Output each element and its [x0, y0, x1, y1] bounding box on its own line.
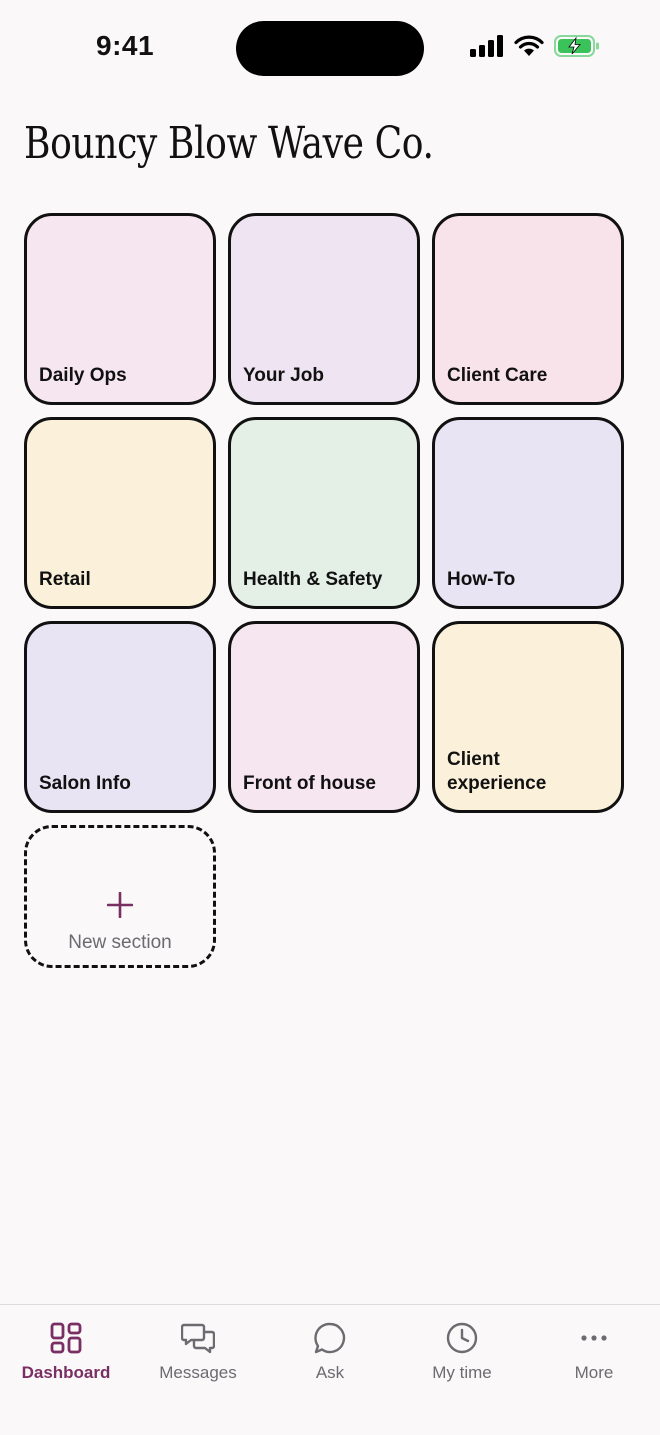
- wifi-icon: [514, 35, 544, 56]
- tab-more[interactable]: More: [528, 1321, 660, 1383]
- section-tile-health-safety[interactable]: Health & Safety: [228, 417, 420, 609]
- section-tile-daily-ops[interactable]: Daily Ops: [24, 213, 216, 405]
- section-tile-label: Your Job: [243, 365, 324, 386]
- section-tile-how-to[interactable]: How-To: [432, 417, 624, 609]
- tab-my-time[interactable]: My time: [396, 1321, 528, 1383]
- tab-label: Ask: [315, 1363, 345, 1382]
- section-tile-retail[interactable]: Retail: [24, 417, 216, 609]
- section-tile-label: Retail: [39, 569, 91, 590]
- section-tile-label: How-To: [447, 569, 516, 590]
- status-icons: [470, 35, 600, 57]
- new-section-label: New section: [68, 932, 172, 953]
- more-dots-icon: [581, 1335, 607, 1341]
- tab-label: My time: [432, 1363, 492, 1382]
- new-section-button[interactable]: New section: [24, 825, 216, 968]
- section-tile-label: Front of house: [243, 773, 376, 794]
- section-tile-label: Client Care: [447, 365, 548, 386]
- speech-bubble-icon: [314, 1322, 346, 1354]
- section-tile-label: Client experience: [447, 749, 547, 794]
- section-tile-client-care[interactable]: Client Care: [432, 213, 624, 405]
- tab-label: Messages: [159, 1363, 237, 1382]
- section-tile-label: Salon Info: [39, 773, 131, 794]
- dynamic-island: [236, 21, 424, 76]
- section-tile-label: Health & Safety: [243, 569, 383, 590]
- tab-bar: Dashboard Messages Ask My time More: [0, 1304, 660, 1435]
- tab-messages[interactable]: Messages: [132, 1321, 264, 1383]
- battery-charging-icon: [554, 35, 599, 57]
- cellular-signal-icon: [470, 35, 503, 57]
- section-tile-label: Daily Ops: [39, 365, 127, 386]
- status-time: 9:41: [96, 30, 155, 61]
- chat-bubbles-icon: [181, 1323, 215, 1354]
- section-tile-front-of-house[interactable]: Front of house: [228, 621, 420, 813]
- tab-label: More: [574, 1363, 614, 1382]
- clock-icon: [446, 1322, 478, 1354]
- tab-label: Dashboard: [21, 1363, 111, 1382]
- sections-grid: Daily Ops Your Job Client Care Retail He…: [24, 213, 624, 813]
- page-title: Bouncy Blow Wave Co.: [24, 118, 434, 169]
- grid-icon: [50, 1322, 82, 1354]
- tab-dashboard[interactable]: Dashboard: [0, 1321, 132, 1383]
- plus-icon: [27, 892, 213, 918]
- section-tile-salon-info[interactable]: Salon Info: [24, 621, 216, 813]
- status-bar: 9:41: [0, 0, 660, 96]
- section-tile-your-job[interactable]: Your Job: [228, 213, 420, 405]
- section-tile-client-experience[interactable]: Client experience: [432, 621, 624, 813]
- tab-ask[interactable]: Ask: [264, 1321, 396, 1383]
